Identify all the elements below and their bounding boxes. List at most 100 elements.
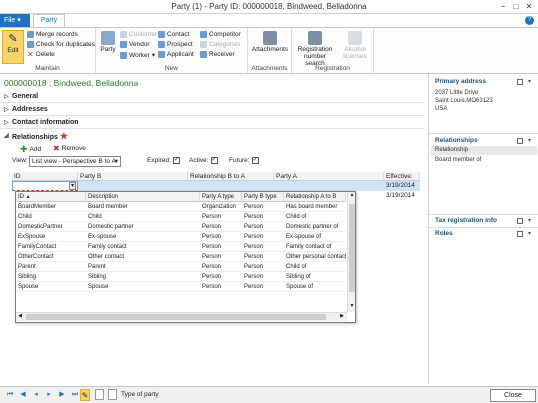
tab-party[interactable]: Party (33, 14, 65, 27)
column-header-party-b[interactable]: Party B (78, 172, 188, 181)
factbox-roles-title[interactable]: Roles (435, 230, 453, 237)
previous-record-icon[interactable]: ◂ (32, 391, 40, 399)
close-button[interactable]: Close (490, 389, 536, 402)
chevron-down-icon[interactable]: ▾ (528, 230, 531, 237)
add-button[interactable]: ✚ Add (20, 144, 41, 155)
factbox-primary-address-title[interactable]: Primary address (435, 78, 486, 85)
relationship-type-lookup[interactable]: ID ▲ Description Party A type Party B ty… (15, 191, 356, 323)
previous-page-icon[interactable]: ◀ (19, 391, 27, 399)
add-icon: ✚ (20, 144, 28, 154)
factbox-relationships-title[interactable]: Relationships (435, 137, 478, 144)
chevron-down-icon[interactable]: ▾ (528, 137, 531, 144)
chevron-down-icon[interactable]: ▾ (528, 78, 531, 85)
worker-button[interactable]: Worker ▾ (120, 51, 155, 59)
expired-filter[interactable]: Expired: (147, 156, 180, 164)
lookup-header-relationship-a-to-b[interactable]: Relationship A to B (284, 192, 346, 202)
lookup-cell: Sibling of (286, 274, 311, 280)
column-header-party-a[interactable]: Party A (274, 172, 384, 181)
lookup-header-party-a-type[interactable]: Party A type (200, 192, 242, 202)
lookup-list-item[interactable]: Sibling Sibling Person Person Sibling of (16, 272, 346, 282)
maximize-icon[interactable] (517, 218, 523, 224)
alcohol-licenses-button[interactable]: Alcohol licenses (340, 30, 370, 60)
id-lookup-input[interactable]: ▾ (12, 181, 78, 191)
lookup-header-party-b-type[interactable]: Party B type (242, 192, 284, 202)
future-filter[interactable]: Future: (229, 156, 259, 164)
scrollbar-thumb[interactable] (349, 204, 355, 292)
applicant-button[interactable]: Applicant (158, 51, 194, 58)
scroll-right-icon[interactable]: ▶ (338, 313, 346, 321)
column-header-effective[interactable]: Effective: (384, 172, 420, 181)
address-line-3: USA (435, 106, 448, 112)
lookup-list-item[interactable]: OtherContact Other contact Person Person Oth… (16, 252, 346, 262)
scroll-down-icon[interactable]: ▼ (349, 303, 355, 311)
maximize-icon[interactable] (517, 138, 523, 144)
active-checkbox[interactable] (210, 156, 218, 164)
categories-button[interactable]: Categories (200, 41, 240, 48)
chevron-down-icon[interactable]: ▾ (528, 217, 531, 224)
fasttab-general[interactable]: ▷ General (0, 91, 424, 103)
maximize-button[interactable]: □ (510, 1, 522, 12)
fasttab-relationships[interactable]: ◢ Relationships ★ (0, 130, 424, 142)
minimize-button[interactable]: − (497, 1, 509, 12)
lookup-list-item[interactable]: Parent Parent Person Person Child of (16, 262, 346, 272)
receiver-button[interactable]: Receiver (200, 51, 235, 58)
attachments-button[interactable]: Attachments (250, 30, 290, 53)
scroll-up-icon[interactable]: ▲ (349, 192, 355, 200)
future-checkbox[interactable] (251, 156, 259, 164)
column-header-id[interactable]: ID (12, 172, 78, 181)
registration-search-button[interactable]: Registration number search (294, 30, 336, 67)
lookup-list-item[interactable]: Child Child Person Person Child of (16, 212, 346, 222)
delete-button[interactable]: ✕ Delete (27, 51, 55, 59)
customer-button[interactable]: Customer (120, 31, 157, 38)
party-button[interactable]: Party (98, 30, 118, 53)
lookup-dropdown-icon[interactable]: ▾ (69, 182, 76, 190)
check-duplicates-button[interactable]: Check for duplicates (27, 41, 95, 48)
lookup-header-id[interactable]: ID ▲ (16, 192, 86, 202)
last-record-icon[interactable]: ⏭ (71, 391, 79, 399)
lookup-horizontal-scrollbar[interactable]: ◀ ▶ (16, 312, 347, 321)
lookup-cell: Other contact (88, 254, 125, 260)
tab-file[interactable]: File ▾ (0, 14, 30, 27)
maximize-icon[interactable] (517, 79, 523, 85)
edit-button[interactable]: ✎ Edit (2, 30, 24, 64)
lookup-list-item[interactable]: DomesticPartner Domestic partner Person Per… (16, 222, 346, 232)
view-select[interactable]: List view - Perspective B to A ▾ (29, 156, 121, 167)
edit-label: Edit (7, 47, 19, 54)
lookup-cell: Child of (286, 264, 307, 270)
fasttab-addresses[interactable]: ▷ Addresses (0, 104, 424, 116)
help-icon[interactable]: ? (525, 16, 534, 25)
document-icon[interactable] (95, 389, 104, 400)
merge-records-button[interactable]: Merge records (27, 31, 78, 38)
close-window-button[interactable]: ✕ (523, 1, 535, 12)
active-filter[interactable]: Active: (189, 156, 218, 164)
ribbon: ✎ Edit Merge records Check for duplicate… (0, 27, 538, 74)
lookup-vertical-scrollbar[interactable]: ▲ ▼ (347, 192, 355, 312)
scroll-left-icon[interactable]: ◀ (16, 313, 24, 321)
next-page-icon[interactable]: ▶ (58, 391, 66, 399)
prospect-button[interactable]: Prospect (158, 41, 193, 48)
expand-icon: ▷ (4, 107, 9, 113)
vendor-button[interactable]: Vendor (120, 41, 150, 48)
lookup-cell: FamilyContact (18, 244, 57, 250)
table-row[interactable]: ▾ 3/19/2014 (12, 181, 420, 191)
lookup-list-item[interactable]: FamilyContact Family contact Person Person F… (16, 242, 346, 252)
factbox-tax-registration-title[interactable]: Tax registration info (435, 217, 497, 224)
lookup-list-item[interactable]: BoardMember Board member Organization Perso… (16, 202, 346, 212)
next-record-icon[interactable]: ▸ (45, 391, 53, 399)
fasttab-addresses-label: Addresses (12, 106, 48, 113)
title-bar: Party (1) - Party ID: 000000018, Bindwee… (0, 0, 538, 14)
column-header-relationship-b-to-a[interactable]: Relationship B to A (188, 172, 274, 181)
fasttab-contact[interactable]: ▷ Contact information (0, 117, 424, 129)
scrollbar-thumb[interactable] (26, 314, 326, 320)
contact-button[interactable]: Contact (158, 31, 189, 38)
first-record-icon[interactable]: ⏮ (6, 391, 14, 399)
competitor-button[interactable]: Competitor (200, 31, 241, 38)
remove-button[interactable]: ✖ Remove (53, 144, 86, 153)
lookup-header-description[interactable]: Description (86, 192, 200, 202)
expired-checkbox[interactable] (172, 156, 180, 164)
edit-mode-icon[interactable]: ✎ (80, 389, 90, 401)
maximize-icon[interactable] (517, 231, 523, 237)
lookup-list-item[interactable]: Spouse Spouse Person Person Spouse of (16, 282, 346, 292)
notes-icon[interactable] (108, 389, 117, 400)
lookup-list-item[interactable]: ExSpouse Ex-spouse Person Person Ex-spouse o… (16, 232, 346, 242)
